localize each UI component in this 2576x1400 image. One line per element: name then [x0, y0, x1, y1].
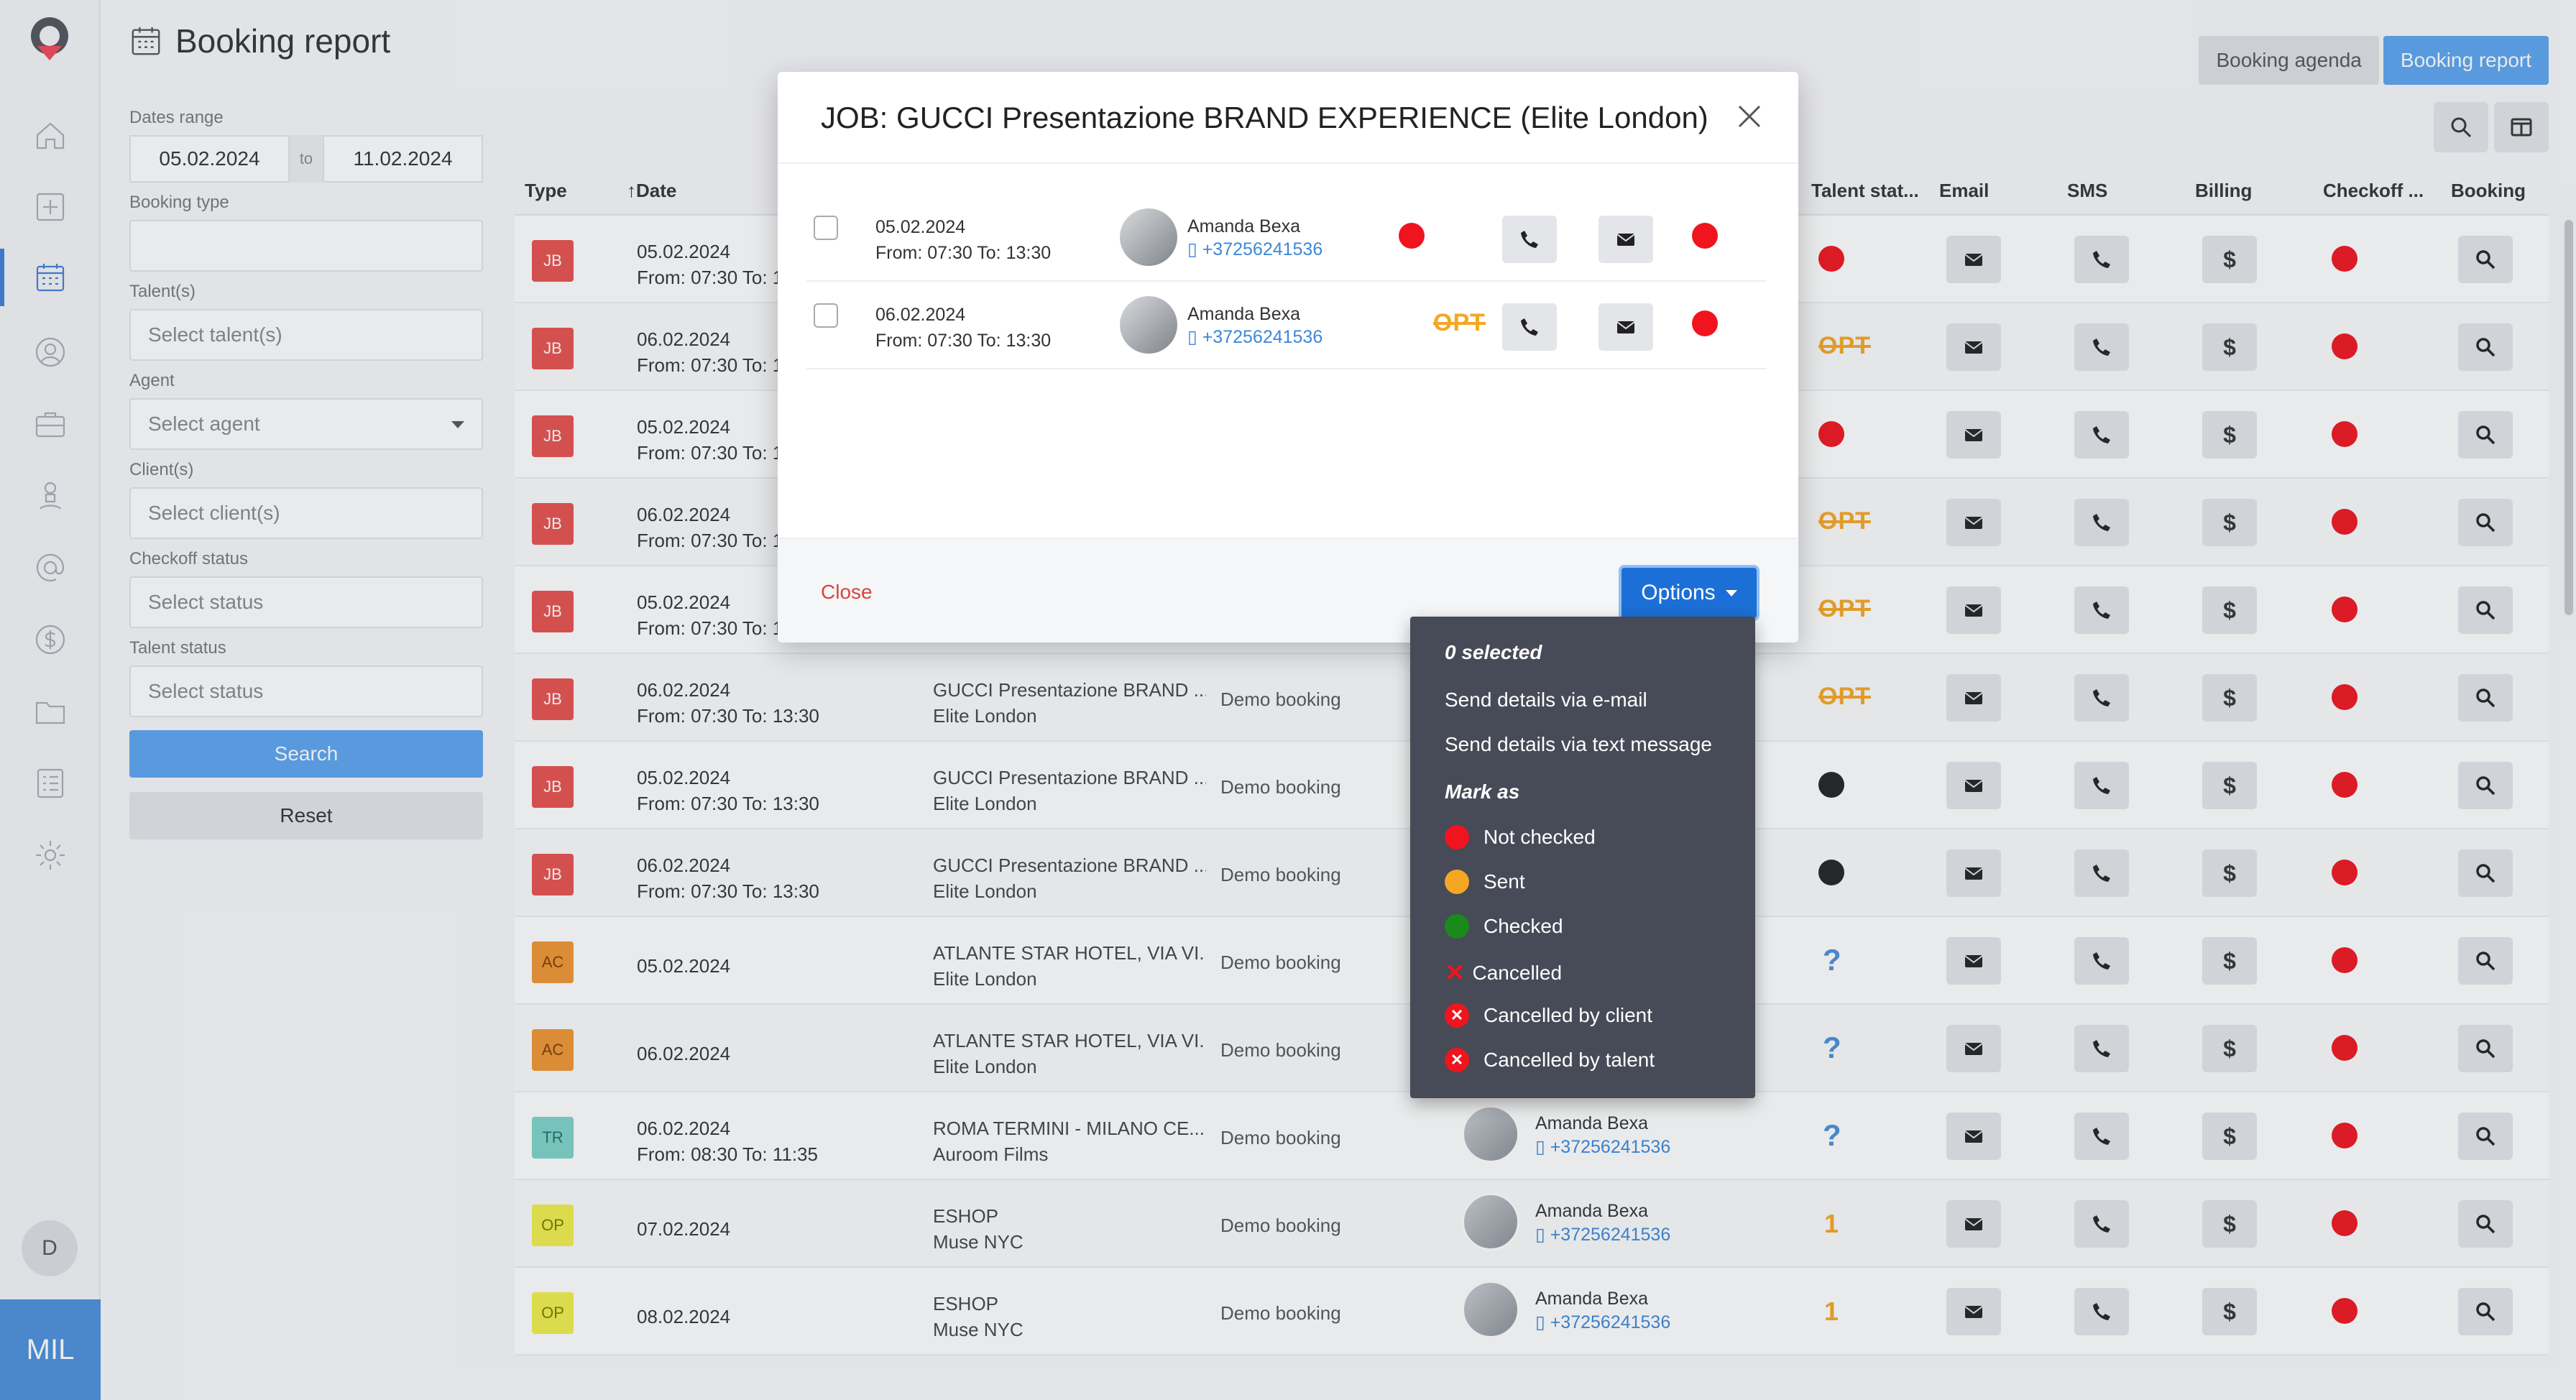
green-dot-icon	[1445, 914, 1469, 939]
mark-as-heading: Mark as	[1445, 780, 1520, 803]
mark-cancelled-by-client-item[interactable]: ✕ Cancelled by client	[1445, 1003, 1652, 1028]
mark-label: Cancelled	[1472, 962, 1563, 984]
send-text-item[interactable]: Send details via text message	[1445, 733, 1712, 756]
talent-status-dot	[1399, 223, 1425, 249]
call-button[interactable]	[1502, 303, 1557, 351]
orange-dot-icon	[1445, 870, 1469, 894]
mark-cancelled-item[interactable]: ✕ Cancelled	[1445, 959, 1562, 987]
close-icon[interactable]	[1735, 102, 1764, 131]
send-email-item[interactable]: Send details via e-mail	[1445, 689, 1647, 711]
row-checkbox[interactable]	[814, 216, 838, 240]
talent-name: Amanda Bexa	[1187, 216, 1301, 236]
options-label: Options	[1641, 581, 1716, 604]
row-checkbox[interactable]	[814, 303, 838, 328]
checkoff-status-dot	[1692, 223, 1718, 249]
caret-down-icon	[1725, 589, 1737, 597]
email-button[interactable]	[1598, 303, 1653, 351]
mark-checked-item[interactable]: Checked	[1445, 914, 1563, 939]
close-link[interactable]: Close	[821, 581, 873, 604]
red-dot-icon	[1445, 825, 1469, 849]
call-button[interactable]	[1502, 216, 1557, 263]
mark-label: Checked	[1484, 915, 1563, 937]
talent-photo	[1120, 296, 1177, 354]
talent-name: Amanda Bexa	[1187, 304, 1301, 324]
phone-icon	[1521, 231, 1538, 248]
talent-phone[interactable]: ▯ +37256241536	[1187, 326, 1322, 348]
modal-header: JOB: GUCCI Presentazione BRAND EXPERIENC…	[778, 72, 1798, 164]
cancel-circle-icon: ✕	[1445, 1048, 1469, 1072]
mark-not-checked-item[interactable]: Not checked	[1445, 825, 1596, 849]
talent-phone-number: +37256241536	[1202, 239, 1323, 259]
options-dropdown: 0 selected Send details via e-mail Send …	[1410, 617, 1755, 1098]
mark-cancelled-by-talent-item[interactable]: ✕ Cancelled by talent	[1445, 1048, 1655, 1072]
modal-row-talent: Amanda Bexa ▯ +37256241536	[1120, 296, 1322, 354]
mark-label: Sent	[1484, 870, 1525, 893]
modal-row-date-value: 05.02.2024	[875, 217, 966, 237]
talent-phone-number: +37256241536	[1202, 327, 1323, 347]
mark-sent-item[interactable]: Sent	[1445, 870, 1525, 894]
talent-status-opt: OPT	[1433, 309, 1486, 336]
mark-label: Cancelled by client	[1484, 1004, 1653, 1026]
modal-title: JOB: GUCCI Presentazione BRAND EXPERIENC…	[821, 101, 1708, 134]
envelope-icon	[1616, 234, 1635, 246]
cross-icon: ✕	[1445, 959, 1466, 987]
modal-row: 06.02.2024 From: 07:30 To: 13:30 Amanda B…	[806, 282, 1767, 369]
phone-icon	[1521, 318, 1538, 336]
mark-label: Cancelled by talent	[1484, 1049, 1655, 1071]
cancel-circle-icon: ✕	[1445, 1003, 1469, 1028]
selected-count: 0 selected	[1445, 641, 1542, 663]
modal-row: 05.02.2024 From: 07:30 To: 13:30 Amanda B…	[806, 194, 1767, 282]
checkoff-status-dot	[1692, 310, 1718, 336]
talent-phone[interactable]: ▯ +37256241536	[1187, 239, 1322, 260]
options-button[interactable]: Options	[1622, 568, 1757, 618]
modal-row-talent: Amanda Bexa ▯ +37256241536	[1120, 208, 1322, 266]
mark-label: Not checked	[1484, 826, 1596, 848]
modal-row-time: From: 07:30 To: 13:30	[875, 331, 1052, 351]
modal-row-date-value: 06.02.2024	[875, 305, 966, 325]
modal-row-time: From: 07:30 To: 13:30	[875, 243, 1052, 263]
modal-row-date: 06.02.2024 From: 07:30 To: 13:30	[875, 302, 1051, 354]
job-modal: JOB: GUCCI Presentazione BRAND EXPERIENC…	[778, 72, 1798, 643]
modal-body: 05.02.2024 From: 07:30 To: 13:30 Amanda B…	[778, 164, 1798, 538]
email-button[interactable]	[1598, 216, 1653, 263]
modal-row-date: 05.02.2024 From: 07:30 To: 13:30	[875, 214, 1051, 266]
envelope-icon	[1616, 321, 1635, 333]
talent-photo	[1120, 208, 1177, 266]
